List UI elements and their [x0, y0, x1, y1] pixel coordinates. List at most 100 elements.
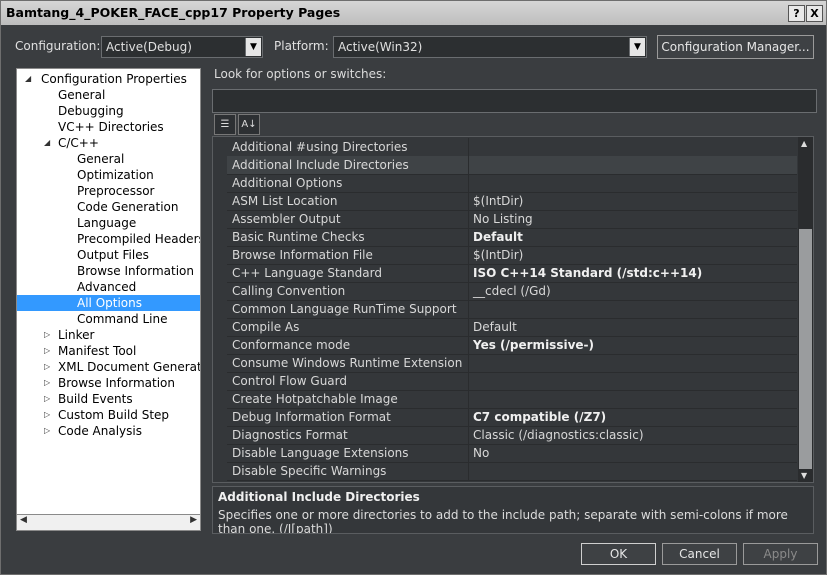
property-row[interactable]: Common Language RunTime Support [227, 300, 797, 319]
property-name: Disable Language Extensions [232, 446, 409, 460]
collapse-arrow-icon[interactable]: ▷ [44, 375, 53, 391]
tree-item[interactable]: General [77, 151, 124, 167]
tree-item[interactable]: Output Files [77, 247, 149, 263]
help-button[interactable]: ? [788, 5, 805, 22]
tree-item[interactable]: Advanced [77, 279, 136, 295]
property-row[interactable]: Disable Language Extensions No [227, 444, 797, 463]
tree-item[interactable]: Browse Information [77, 263, 194, 279]
category-tree[interactable]: ◢ Configuration Properties General Debuggin… [16, 68, 201, 531]
tree-item[interactable]: Linker [58, 327, 94, 343]
property-name: Consume Windows Runtime Extension [232, 356, 463, 370]
configuration-label: Configuration: [15, 39, 101, 53]
grid-vertical-scrollbar[interactable]: ▲ ▼ [798, 137, 813, 482]
tree-item[interactable]: VC++ Directories [58, 119, 164, 135]
property-value[interactable]: Yes (/permissive-) [473, 338, 594, 352]
tree-item[interactable]: Code Analysis [58, 423, 142, 439]
expand-arrow-icon[interactable]: ◢ [44, 135, 53, 151]
tree-item[interactable]: Debugging [58, 103, 124, 119]
configuration-manager-button[interactable]: Configuration Manager... [657, 35, 814, 59]
property-name: Assembler Output [232, 212, 341, 226]
tree-item[interactable]: Custom Build Step [58, 407, 169, 423]
tree-item[interactable]: Code Generation [77, 199, 178, 215]
property-name: Disable Specific Warnings [232, 464, 387, 478]
property-row[interactable]: Basic Runtime Checks Default [227, 228, 797, 247]
tree-item[interactable]: Optimization [77, 167, 154, 183]
column-divider [468, 426, 469, 444]
search-label: Look for options or switches: [214, 67, 387, 81]
property-row[interactable]: ASM List Location $(IntDir) [227, 192, 797, 211]
tree-item[interactable]: Browse Information [58, 375, 175, 391]
chevron-down-icon[interactable]: ▼ [629, 38, 645, 56]
property-row[interactable]: Conformance mode Yes (/permissive-) [227, 336, 797, 355]
property-row[interactable]: Compile As Default [227, 318, 797, 337]
property-grid[interactable]: ▲ ▼ Additional #using Directories Additio… [212, 136, 814, 483]
tree-item[interactable]: Manifest Tool [58, 343, 136, 359]
chevron-down-icon[interactable]: ▼ [245, 38, 261, 56]
property-row[interactable]: Additional #using Directories [227, 138, 797, 157]
tree-item[interactable]: Precompiled Headers [77, 231, 200, 247]
collapse-arrow-icon[interactable]: ▷ [44, 359, 53, 375]
tree-item[interactable]: Language [77, 215, 136, 231]
property-value[interactable]: No Listing [473, 212, 533, 226]
scroll-right-icon[interactable]: ▶ [190, 515, 197, 525]
collapse-arrow-icon[interactable]: ▷ [44, 391, 53, 407]
property-value[interactable]: No [473, 446, 489, 460]
property-name: Additional Include Directories [232, 158, 409, 172]
property-row[interactable]: Browse Information File $(IntDir) [227, 246, 797, 265]
apply-button[interactable]: Apply [743, 543, 818, 565]
search-input[interactable] [212, 89, 817, 113]
tree-item[interactable]: Configuration Properties [41, 71, 187, 87]
property-row[interactable]: Calling Convention __cdecl (/Gd) [227, 282, 797, 301]
property-name: Browse Information File [232, 248, 373, 262]
platform-combo[interactable]: Active(Win32) ▼ [333, 36, 647, 58]
expand-arrow-icon[interactable]: ◢ [25, 71, 34, 87]
cancel-button[interactable]: Cancel [662, 543, 737, 565]
collapse-arrow-icon[interactable]: ▷ [44, 327, 53, 343]
property-row[interactable]: Assembler Output No Listing [227, 210, 797, 229]
property-value[interactable]: $(IntDir) [473, 248, 523, 262]
tree-item[interactable]: Command Line [77, 311, 168, 327]
property-name: C++ Language Standard [232, 266, 382, 280]
property-row[interactable]: Debug Information Format C7 compatible (/… [227, 408, 797, 427]
property-row[interactable]: Additional Include Directories [227, 156, 797, 175]
tree-item[interactable]: Build Events [58, 391, 133, 407]
property-value[interactable]: Default [473, 320, 517, 334]
platform-value: Active(Win32) [338, 40, 423, 54]
property-value[interactable]: ISO C++14 Standard (/std:c++14) [473, 266, 702, 280]
property-row[interactable]: Consume Windows Runtime Extension [227, 354, 797, 373]
property-row[interactable]: Diagnostics Format Classic (/diagnostics:… [227, 426, 797, 445]
property-name: Additional #using Directories [232, 140, 408, 154]
property-row[interactable]: C++ Language Standard ISO C++14 Standard … [227, 264, 797, 283]
property-row[interactable]: Control Flow Guard [227, 372, 797, 391]
tree-horizontal-scrollbar[interactable]: ◀ ▶ [16, 514, 201, 531]
configuration-combo[interactable]: Active(Debug) ▼ [101, 36, 263, 58]
scroll-up-icon[interactable]: ▲ [801, 139, 807, 148]
categorized-view-icon[interactable]: ☰ [214, 114, 236, 135]
property-name: Calling Convention [232, 284, 346, 298]
property-value[interactable]: Classic (/diagnostics:classic) [473, 428, 644, 442]
property-row[interactable]: Additional Options [227, 174, 797, 193]
property-value[interactable]: C7 compatible (/Z7) [473, 410, 606, 424]
scroll-left-icon[interactable]: ◀ [20, 515, 27, 525]
tree-item[interactable]: All Options [17, 295, 200, 311]
tree-item[interactable]: XML Document Generator [58, 359, 200, 375]
close-button[interactable]: X [806, 5, 823, 22]
property-row[interactable]: Disable Specific Warnings [227, 462, 797, 481]
column-divider [468, 246, 469, 264]
property-value[interactable]: __cdecl (/Gd) [473, 284, 551, 298]
property-value[interactable]: Default [473, 230, 523, 244]
scroll-thumb[interactable] [799, 229, 812, 469]
tree-item[interactable]: C/C++ [58, 135, 99, 151]
collapse-arrow-icon[interactable]: ▷ [44, 423, 53, 439]
property-value[interactable]: $(IntDir) [473, 194, 523, 208]
column-divider [468, 354, 469, 372]
scroll-down-icon[interactable]: ▼ [801, 471, 807, 480]
tree-item[interactable]: Preprocessor [77, 183, 154, 199]
collapse-arrow-icon[interactable]: ▷ [44, 407, 53, 423]
tree-item[interactable]: General [58, 87, 105, 103]
ok-button[interactable]: OK [581, 543, 656, 565]
property-row[interactable]: Create Hotpatchable Image [227, 390, 797, 409]
column-divider [468, 318, 469, 336]
collapse-arrow-icon[interactable]: ▷ [44, 343, 53, 359]
alphabetical-sort-icon[interactable]: A↓ [238, 114, 260, 135]
